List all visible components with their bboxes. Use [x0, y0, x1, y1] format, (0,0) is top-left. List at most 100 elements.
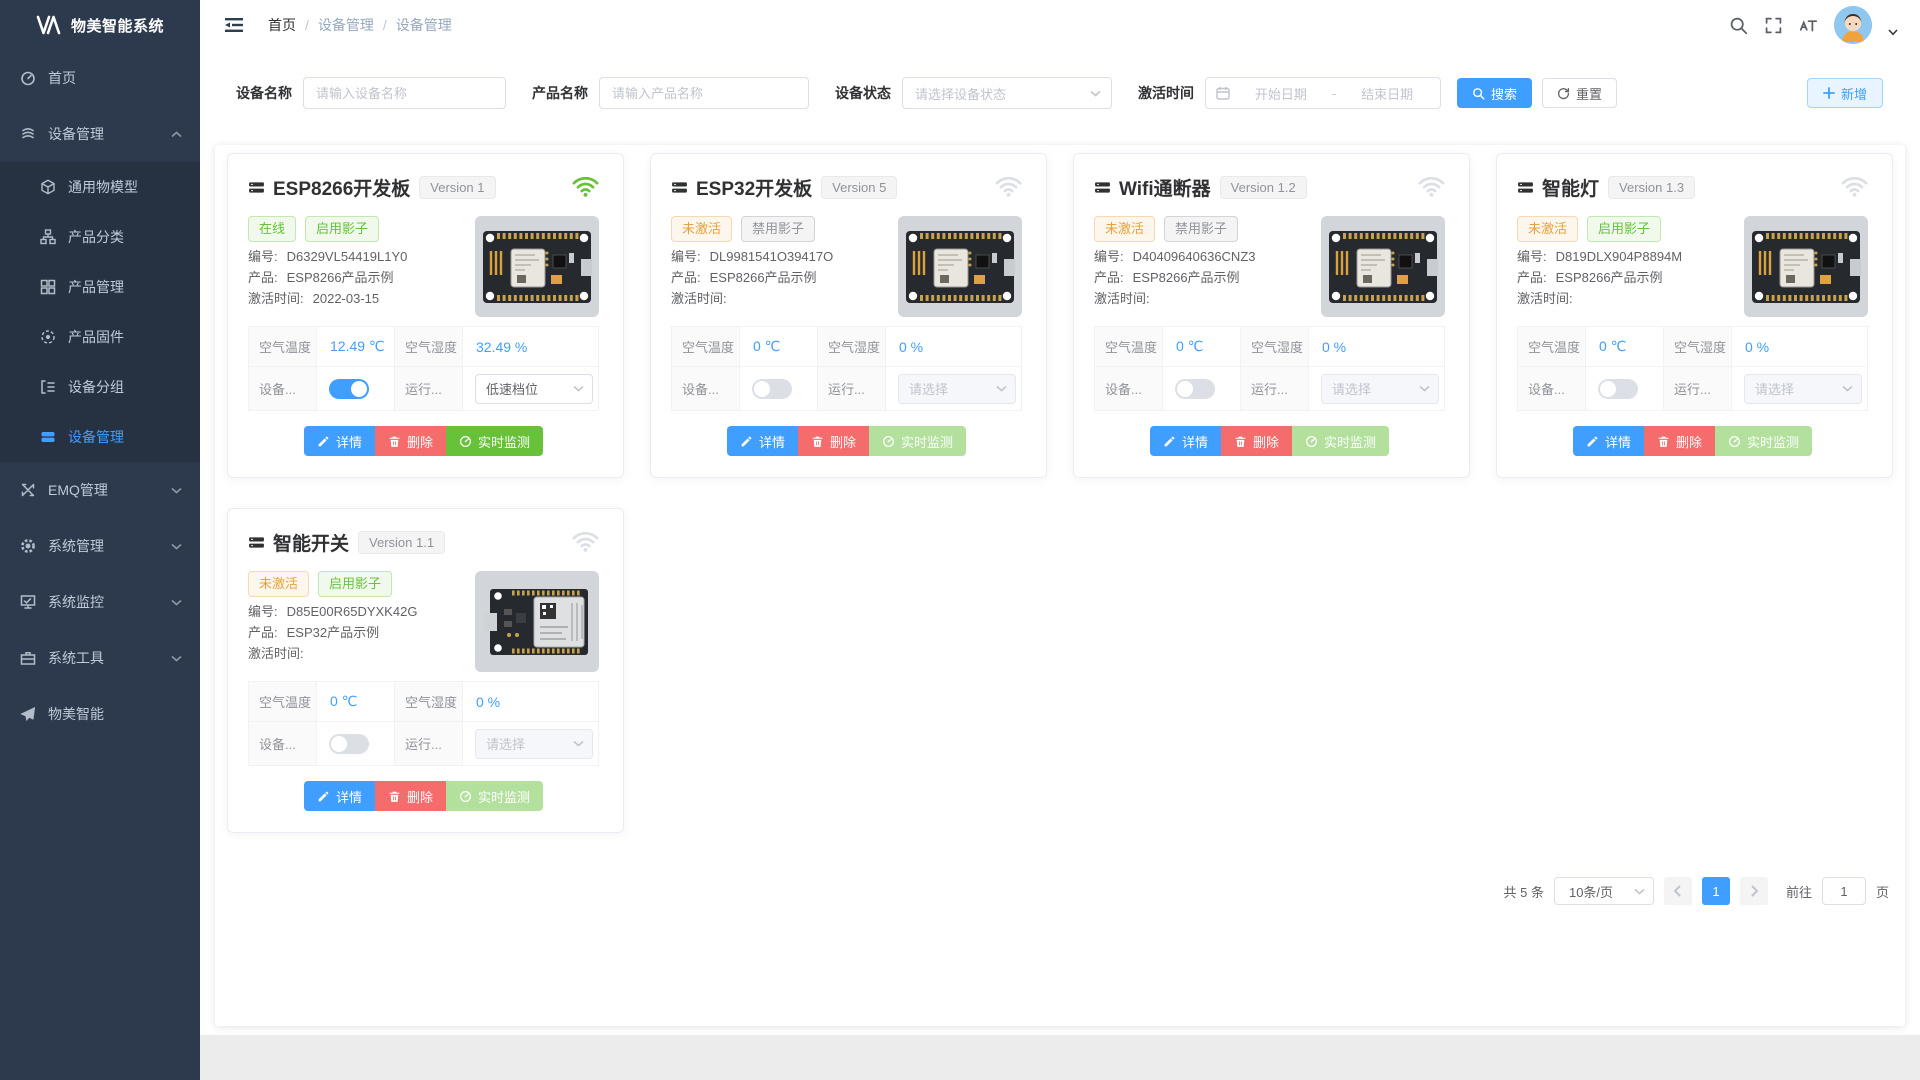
- device-switch-label: 设备...: [249, 367, 317, 411]
- sidebar-item-product-firmware[interactable]: 产品固件: [0, 312, 200, 362]
- fullscreen-icon[interactable]: [1764, 16, 1783, 35]
- active-time-range-picker[interactable]: 开始日期 - 结束日期: [1205, 77, 1441, 109]
- run-mode-value: 请选择: [1332, 379, 1419, 398]
- realtime-monitor-button[interactable]: 实时监测: [446, 781, 543, 811]
- device-status-select[interactable]: 请选择设备状态: [902, 77, 1112, 109]
- device-card: ESP8266开发板 Version 1 在线启用影子 编号: D6329VL5…: [227, 153, 624, 478]
- device-management-submenu: 通用物模型 产品分类 产品管理 产品固件 设备分组 设备管理: [0, 162, 200, 462]
- product-name-input[interactable]: [599, 77, 809, 109]
- card-actions: 详情 删除 实时监测: [248, 781, 599, 811]
- delete-button[interactable]: 删除: [1221, 426, 1292, 456]
- realtime-monitor-button[interactable]: 实时监测: [1292, 426, 1389, 456]
- font-size-icon[interactable]: [1799, 16, 1818, 35]
- run-mode-value: 请选择: [486, 734, 573, 753]
- realtime-monitor-button[interactable]: 实时监测: [1715, 426, 1812, 456]
- run-mode-select[interactable]: 请选择: [475, 729, 593, 759]
- breadcrumb-home[interactable]: 首页: [268, 15, 296, 35]
- realtime-monitor-button[interactable]: 实时监测: [869, 426, 966, 456]
- temp-value: 0 ℃: [317, 682, 395, 722]
- next-page-button[interactable]: [1740, 877, 1768, 905]
- detail-button[interactable]: 详情: [304, 426, 375, 456]
- sidebar-item-label: EMQ管理: [48, 480, 108, 500]
- sidebar-item-home[interactable]: 首页: [0, 50, 200, 106]
- chevron-down-icon: [171, 599, 182, 606]
- run-mode-select[interactable]: 低速档位: [475, 374, 593, 404]
- device-switch-toggle[interactable]: [1175, 379, 1215, 399]
- sidebar-item-wumei-smart[interactable]: 物美智能: [0, 686, 200, 742]
- detail-button[interactable]: 详情: [304, 781, 375, 811]
- add-device-button[interactable]: 新增: [1807, 78, 1883, 108]
- goto-page-input[interactable]: [1822, 877, 1866, 905]
- realtime-monitor-button[interactable]: 实时监测: [446, 426, 543, 456]
- breadcrumb-device-management[interactable]: 设备管理: [318, 15, 374, 35]
- device-switch-toggle[interactable]: [752, 379, 792, 399]
- page-unit-label: 页: [1876, 882, 1889, 901]
- humidity-label: 空气湿度: [818, 327, 886, 367]
- sidebar-item-device-list[interactable]: 设备管理: [0, 412, 200, 462]
- detail-button[interactable]: 详情: [1573, 426, 1644, 456]
- sidebar-item-system-management[interactable]: 系统管理: [0, 518, 200, 574]
- search-icon[interactable]: [1729, 16, 1748, 35]
- delete-button[interactable]: 删除: [375, 781, 446, 811]
- prev-page-button[interactable]: [1664, 877, 1692, 905]
- device-switch-toggle[interactable]: [1598, 379, 1638, 399]
- run-mode-select[interactable]: 请选择: [1321, 374, 1439, 404]
- product-value: ESP8266产品示例: [710, 271, 817, 284]
- active-time-label: 激活时间:: [671, 292, 727, 305]
- gauge-icon: [882, 435, 895, 448]
- detail-button[interactable]: 详情: [727, 426, 798, 456]
- run-mode-select[interactable]: 请选择: [898, 374, 1016, 404]
- run-mode-value: 低速档位: [486, 379, 573, 398]
- user-menu-caret-icon[interactable]: [1888, 29, 1898, 36]
- temp-value: 12.49 ℃: [317, 327, 395, 367]
- pencil-icon: [317, 790, 330, 803]
- search-button[interactable]: 搜索: [1457, 78, 1532, 108]
- card-actions: 详情 删除 实时监测: [671, 426, 1022, 456]
- device-switch-toggle[interactable]: [329, 379, 369, 399]
- chevron-down-icon: [996, 385, 1007, 392]
- sidebar-item-device-management[interactable]: 设备管理: [0, 106, 200, 162]
- sidebar-item-label: 产品固件: [68, 327, 124, 347]
- card-actions: 详情 删除 实时监测: [1094, 426, 1445, 456]
- pencil-icon: [317, 435, 330, 448]
- product-name-label: 产品名称: [532, 83, 588, 103]
- server-bars-icon: [671, 179, 688, 196]
- run-mode-label: 运行...: [395, 367, 463, 411]
- user-avatar[interactable]: [1834, 6, 1872, 44]
- card-actions: 详情 删除 实时监测: [248, 426, 599, 456]
- server-bars-icon: [248, 534, 265, 551]
- version-badge: Version 5: [821, 176, 897, 199]
- sidebar-toggle-icon[interactable]: [224, 15, 244, 35]
- delete-button[interactable]: 删除: [375, 426, 446, 456]
- breadcrumb-separator: /: [383, 17, 387, 33]
- delete-button[interactable]: 删除: [1644, 426, 1715, 456]
- active-time-label: 激活时间:: [1094, 292, 1150, 305]
- device-name-label: 设备名称: [236, 83, 292, 103]
- sidebar-item-thing-model[interactable]: 通用物模型: [0, 162, 200, 212]
- sidebar-item-label: 产品分类: [68, 227, 124, 247]
- trash-icon: [1657, 435, 1670, 448]
- top-navbar: 首页 / 设备管理 / 设备管理: [200, 0, 1920, 50]
- device-name-input[interactable]: [303, 77, 506, 109]
- pencil-icon: [1163, 435, 1176, 448]
- device-switch-toggle[interactable]: [329, 734, 369, 754]
- sidebar-item-product-management[interactable]: 产品管理: [0, 262, 200, 312]
- sidebar-item-system-tools[interactable]: 系统工具: [0, 630, 200, 686]
- sidebar-item-system-monitor[interactable]: 系统监控: [0, 574, 200, 630]
- device-status-tag: 启用影子: [305, 216, 379, 242]
- device-card: 智能开关 Version 1.1 未激活启用影子 编号: D85E00R65DY…: [227, 508, 624, 833]
- app-logo[interactable]: 物美智能系统: [0, 0, 200, 50]
- temp-value: 0 ℃: [740, 327, 818, 367]
- trash-icon: [388, 790, 401, 803]
- sidebar-item-emq-management[interactable]: EMQ管理: [0, 462, 200, 518]
- page-size-select[interactable]: 10条/页: [1554, 877, 1654, 905]
- page-number-button[interactable]: 1: [1702, 877, 1730, 905]
- sidebar-item-product-category[interactable]: 产品分类: [0, 212, 200, 262]
- run-mode-select[interactable]: 请选择: [1744, 374, 1862, 404]
- active-time-label: 激活时间:: [248, 647, 304, 660]
- reset-button[interactable]: 重置: [1542, 78, 1617, 108]
- delete-button[interactable]: 删除: [798, 426, 869, 456]
- dashboard-icon: [20, 70, 36, 86]
- sidebar-item-device-group[interactable]: 设备分组: [0, 362, 200, 412]
- detail-button[interactable]: 详情: [1150, 426, 1221, 456]
